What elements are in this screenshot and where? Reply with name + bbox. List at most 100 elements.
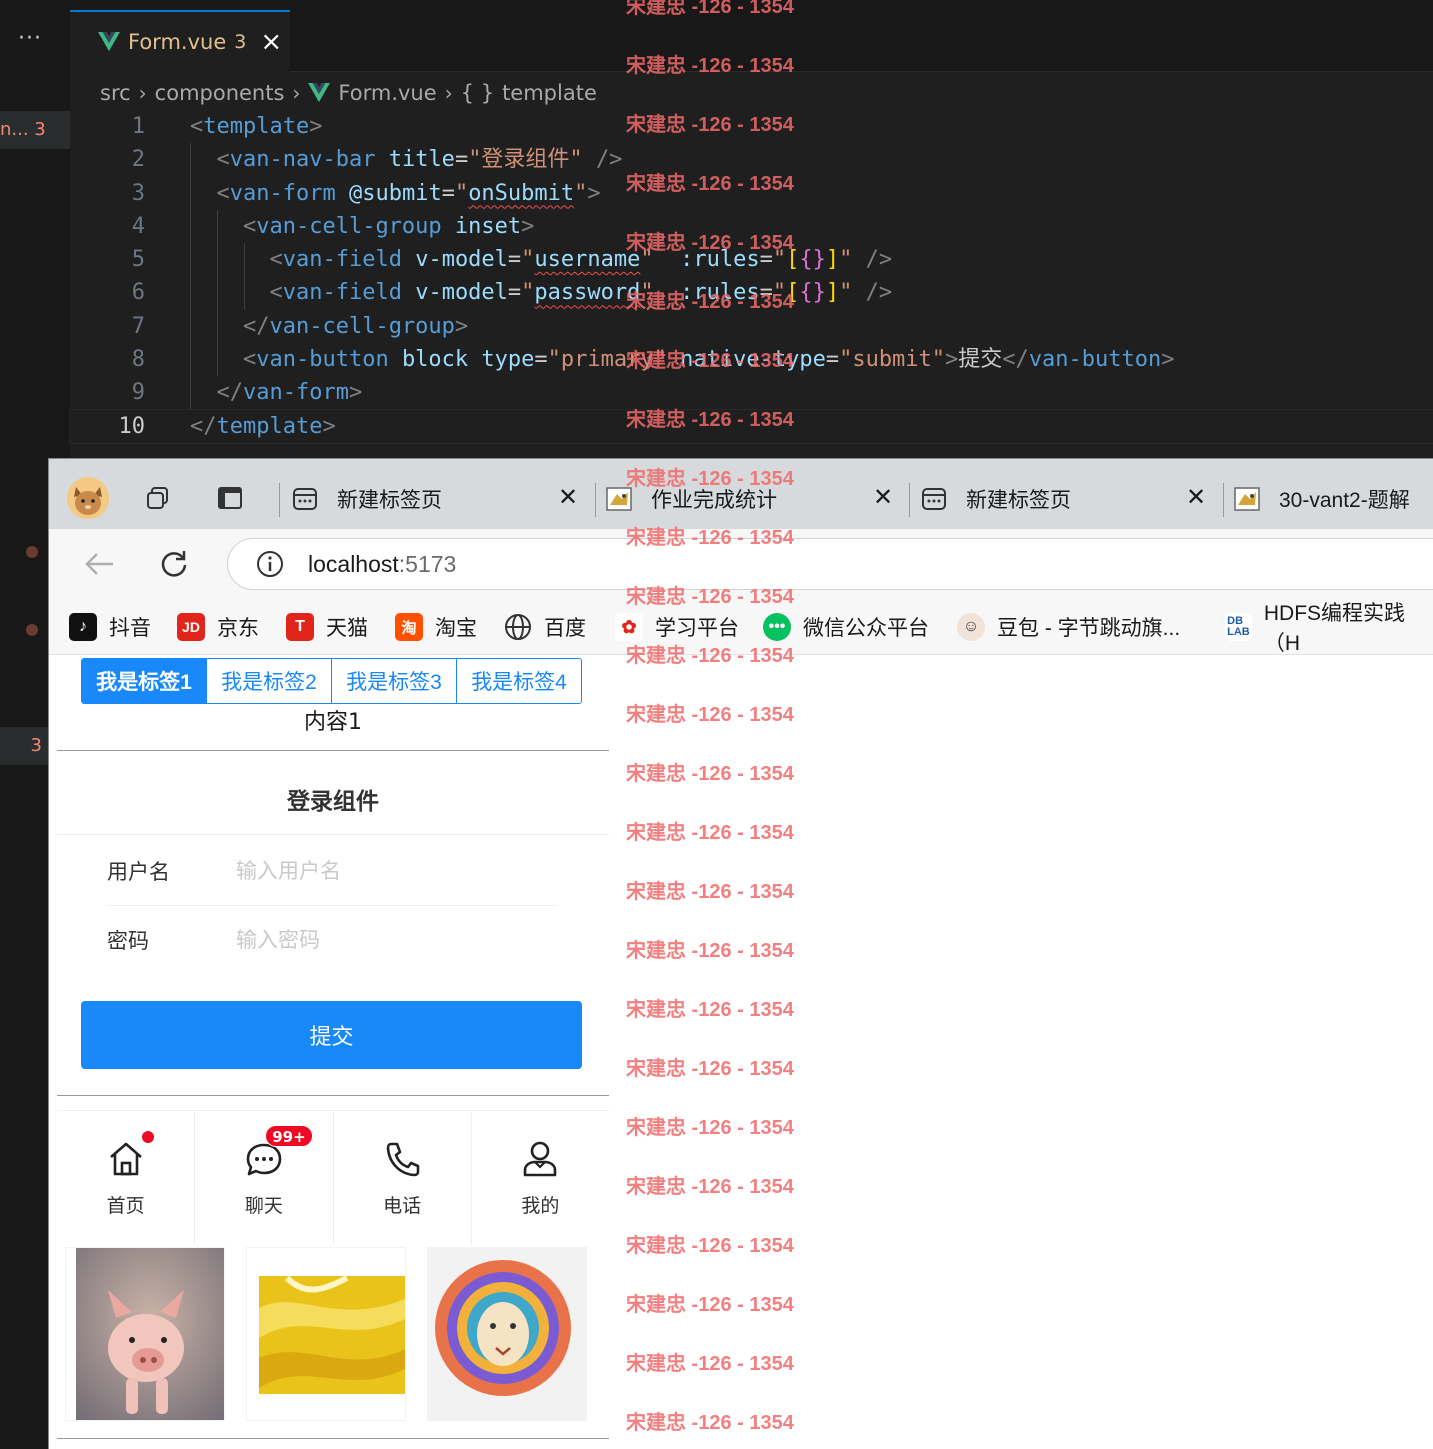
breadcrumb-item[interactable]: Form.vue [338,81,436,105]
line-number: 1 [131,114,145,139]
watermark-text: 宋建忠 -126 - 1354 [626,409,794,431]
code-lines[interactable]: 1 <template> 2 <van-nav-bar title="登录组件" … [69,110,1433,444]
modified-dot-icon [26,624,38,636]
watermark-text: 宋建忠 -126 - 1354 [626,586,794,608]
watermark-text: 宋建忠 -126 - 1354 [626,114,794,136]
tab-content: 内容1 [57,705,609,751]
bookmark-douyin[interactable]: ♪ 抖音 [69,611,151,643]
chevron-right-icon: › [444,81,453,105]
tabbar-label: 我的 [521,1195,560,1217]
tabbar-item-mine[interactable]: 我的 [472,1111,609,1245]
explorer-problem-item[interactable]: n... 3 [0,111,70,149]
globe-icon [505,614,531,640]
tabbar-item-home[interactable]: 首页 [57,1111,196,1245]
code-text: </van-cell-group> [242,313,469,339]
lion-art-image[interactable] [427,1247,587,1421]
braces-icon: { } [460,81,495,105]
breadcrumb-item[interactable]: src [100,81,131,105]
username-input[interactable] [236,859,516,883]
watermark-text: 宋建忠 -126 - 1354 [626,173,794,195]
chevron-right-icon: › [138,81,147,105]
code-text: <van-form @submit="onSubmit"> [216,180,601,206]
nav-bar-title: 登录组件 [57,769,609,835]
image-grid [57,1247,609,1421]
watermark-text: 宋建忠 -126 - 1354 [626,1058,794,1080]
tab-label-2[interactable]: 我是标签2 [207,659,332,703]
bookmark-hdfs[interactable]: DB LAB HDFS编程实践（H [1225,602,1433,655]
field-label: 密码 [107,929,149,953]
close-tab-icon[interactable]: ✕ [558,483,578,511]
password-input[interactable] [236,928,516,952]
workspaces-icon[interactable] [143,483,173,513]
breadcrumb-item[interactable]: components [155,81,285,105]
profile-avatar[interactable] [67,477,109,519]
new-tab-icon [922,488,946,510]
douyin-icon: ♪ [69,613,97,641]
code-line[interactable]: 7 </van-cell-group> [70,309,1433,344]
yellow-paint-image[interactable] [246,1247,406,1421]
watermark-text: 宋建忠 -126 - 1354 [626,704,794,726]
watermark-text: 宋建忠 -126 - 1354 [626,527,794,549]
study-platform-icon: ✿ [615,613,643,641]
watermark-text: 宋建忠 -126 - 1354 [626,0,794,18]
new-tab-icon [293,488,317,510]
bookmark-doubao[interactable]: ☺ 豆包 - 字节跳动旗... [957,611,1180,643]
watermark-text: 宋建忠 -126 - 1354 [626,822,794,844]
close-tab-icon[interactable]: ✕ [1186,483,1206,511]
tab-label-3[interactable]: 我是标签3 [332,659,457,703]
tabbar-item-phone[interactable]: 电话 [334,1111,472,1245]
code-text: <van-cell-group inset> [242,213,535,239]
browser-tab[interactable]: 新建标签页 [291,479,442,519]
watermark-text: 宋建忠 -126 - 1354 [626,1117,794,1139]
bookmark-tmall[interactable]: T 天猫 [286,611,368,643]
tab-title: 新建标签页 [337,489,442,512]
tabs-segment: 我是标签1 我是标签2 我是标签3 我是标签4 [81,658,582,704]
breadcrumb-item[interactable]: template [502,81,597,105]
browser-tab[interactable]: 30-vant2-题解 [1233,479,1410,519]
tab-title: 30-vant2-题解 [1279,489,1410,512]
tab-label-1[interactable]: 我是标签1 [82,659,207,703]
tab-label-4[interactable]: 我是标签4 [457,659,581,703]
watermark-text: 宋建忠 -126 - 1354 [626,645,794,667]
bookmark-baidu[interactable]: 百度 [504,611,586,643]
address-bar[interactable]: localhost:5173 [227,538,1433,590]
close-tab-icon[interactable]: ✕ [873,483,893,511]
reload-icon[interactable] [159,549,189,579]
code-text: <template> [190,114,323,139]
tabbar-item-chat[interactable]: 99+ 聊天 [195,1111,334,1245]
browser-tab[interactable]: 新建标签页 [920,479,1071,519]
username-field: 用户名 [81,837,557,905]
line-number: 4 [131,213,145,239]
more-actions-icon[interactable]: ··· [18,26,42,51]
bottom-tabbar: 首页 99+ 聊天 电话 我的 [57,1110,609,1245]
wechat-icon: ••• [763,613,791,641]
phone-icon [386,1142,420,1177]
bookmark-jd[interactable]: JD 京东 [177,611,259,643]
tab-form-vue[interactable]: Form.vue 3 × [70,10,290,72]
watermark-text: 宋建忠 -126 - 1354 [626,1176,794,1198]
watermark-text: 宋建忠 -126 - 1354 [626,1353,794,1375]
watermark-text: 宋建忠 -126 - 1354 [626,468,794,490]
tab-actions-icon[interactable] [215,483,245,513]
line-number: 2 [131,147,145,173]
back-arrow-icon[interactable] [83,551,115,577]
site-info-icon[interactable] [256,550,284,578]
line-number: 5 [131,247,145,273]
watermark-text: 宋建忠 -126 - 1354 [626,999,794,1021]
submit-button[interactable]: 提交 [81,1001,582,1069]
problem-count: 3 [234,31,247,53]
watermark-text: 宋建忠 -126 - 1354 [626,55,794,77]
close-icon[interactable]: × [260,27,282,57]
notification-dot [142,1131,154,1143]
bookmark-taobao[interactable]: 淘淘宝 [395,611,477,643]
piglet-image[interactable] [65,1247,225,1421]
watermark-text: 宋建忠 -126 - 1354 [626,350,794,372]
watermark-text: 宋建忠 -126 - 1354 [626,881,794,903]
dblab-icon: DB LAB [1225,613,1252,641]
tabbar-label: 聊天 [244,1195,283,1217]
password-field: 密码 [81,906,557,974]
problem-badge: n... 3 [0,119,46,140]
breadcrumb: src › components › Form.vue › { } templa… [100,78,597,108]
watermark-text: 宋建忠 -126 - 1354 [626,763,794,785]
chevron-right-icon: › [292,81,301,105]
